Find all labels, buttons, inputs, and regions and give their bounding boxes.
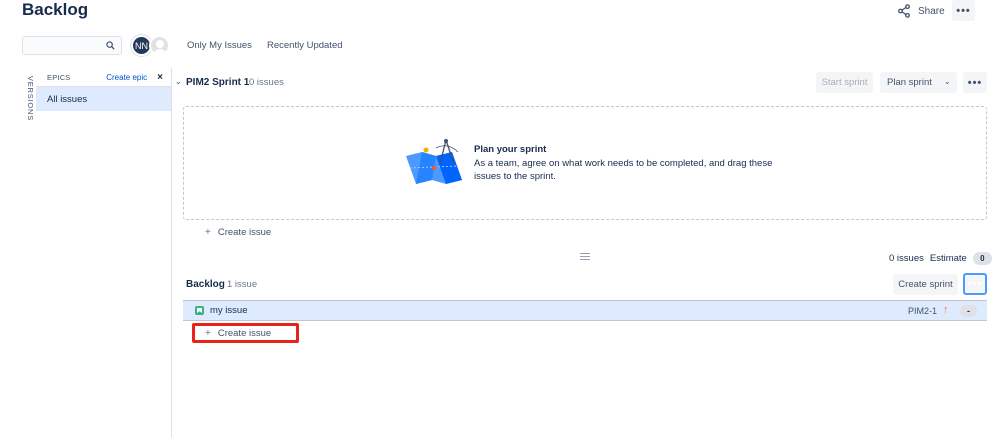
create-issue-label: Create issue xyxy=(217,227,272,238)
issue-summary[interactable]: my issue xyxy=(210,305,247,316)
sprint-create-issue-button[interactable]: + Create issue xyxy=(205,227,271,238)
story-icon xyxy=(195,306,204,315)
epics-panel: EPICS Create epic × All issues xyxy=(36,68,171,111)
plan-sprint-description: As a team, agree on what work needs to b… xyxy=(474,158,773,182)
share-label: Share xyxy=(918,5,945,17)
versions-tab[interactable]: VERSIONS xyxy=(22,75,36,122)
backlog-name: Backlog xyxy=(186,279,225,290)
issue-estimate-badge: - xyxy=(960,305,977,317)
start-sprint-button[interactable]: Start sprint xyxy=(816,72,873,93)
plan-sprint-button[interactable]: Plan sprint ⌄ xyxy=(880,72,957,93)
share-icon xyxy=(898,4,910,18)
close-icon[interactable]: × xyxy=(157,72,163,83)
plan-sprint-label: Plan sprint xyxy=(887,77,932,88)
create-sprint-button[interactable]: Create sprint xyxy=(893,274,958,295)
issue-row[interactable]: my issue PIM2-1 ↑ - xyxy=(183,300,987,321)
highlight-annotation xyxy=(192,323,299,343)
more-horizontal-icon: ••• xyxy=(967,76,983,89)
chevron-down-icon[interactable]: ⌄ xyxy=(175,77,182,86)
epics-label: EPICS xyxy=(47,72,71,82)
more-horizontal-icon: ••• xyxy=(956,4,971,17)
plan-sprint-illustration-icon xyxy=(406,139,462,184)
unassigned-avatar[interactable] xyxy=(149,35,170,56)
sprint-dropzone: Plan your sprint As a team, agree on wha… xyxy=(183,106,987,220)
issue-key[interactable]: PIM2-1 xyxy=(908,306,937,316)
sprint-summary: 0 issues Estimate 0 xyxy=(889,252,992,265)
summary-issue-count: 0 issues xyxy=(889,253,924,264)
only-my-issues-filter[interactable]: Only My Issues xyxy=(187,40,252,51)
search-icon xyxy=(106,41,115,50)
backlog-header: Backlog 1 issue Create sprint ••• xyxy=(172,273,987,297)
create-epic-link[interactable]: Create epic xyxy=(106,73,147,82)
recently-updated-filter[interactable]: Recently Updated xyxy=(267,40,343,51)
sprint-more-button[interactable]: ••• xyxy=(963,72,987,93)
share-button[interactable]: Share xyxy=(893,1,949,21)
estimate-badge: 0 xyxy=(972,252,992,265)
priority-high-icon: ↑ xyxy=(943,304,949,316)
page-title: Backlog xyxy=(22,0,89,19)
all-issues-item[interactable]: All issues xyxy=(36,87,171,111)
plan-sprint-title: Plan your sprint xyxy=(474,144,547,155)
sprint-header: ⌄ PIM2 Sprint 1 0 issues Start sprint Pl… xyxy=(172,72,987,94)
search-input[interactable] xyxy=(22,36,122,55)
backlog-more-button[interactable]: ••• xyxy=(963,273,987,295)
sidebar-divider xyxy=(171,68,172,438)
plus-icon: + xyxy=(205,227,211,238)
sprint-issue-count: 0 issues xyxy=(249,77,284,88)
sprint-name: PIM2 Sprint 1 xyxy=(186,77,250,88)
drag-handle-icon[interactable] xyxy=(580,251,590,263)
chevron-down-icon: ⌄ xyxy=(943,76,951,86)
more-actions-button[interactable]: ••• xyxy=(952,0,975,21)
more-horizontal-icon: ••• xyxy=(967,278,983,290)
epics-panel-header: EPICS Create epic × xyxy=(36,68,171,87)
estimate-label: Estimate xyxy=(929,253,967,264)
versions-label: VERSIONS xyxy=(26,75,36,122)
backlog-issue-count: 1 issue xyxy=(227,279,258,290)
